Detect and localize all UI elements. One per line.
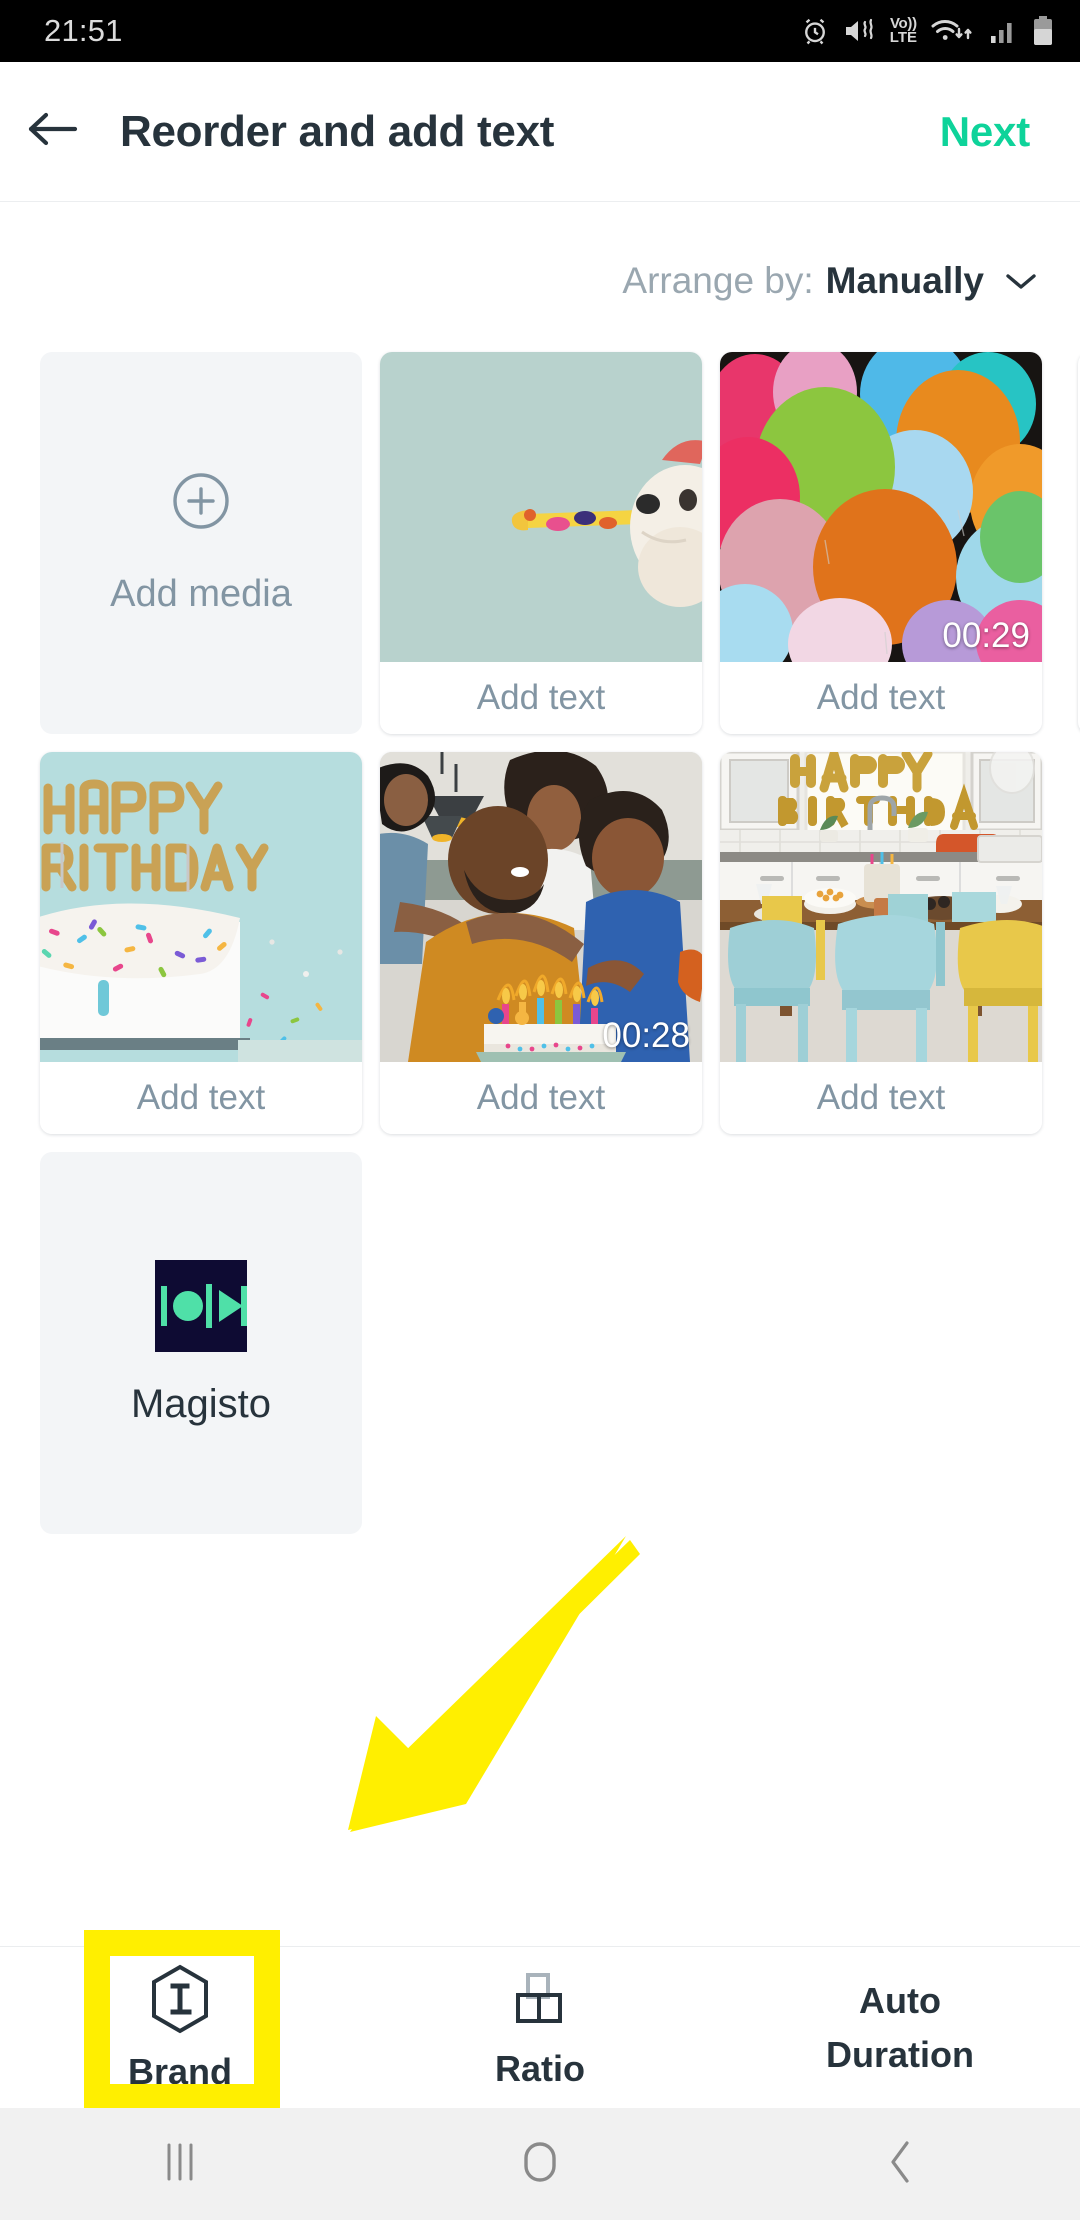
arrange-by-value: Manually [825, 260, 984, 301]
back-button-nav[interactable] [720, 2138, 1080, 2191]
signal-icon [989, 16, 1019, 46]
ratio-button[interactable]: Ratio [360, 1947, 720, 2108]
home-icon [518, 2138, 562, 2191]
brand-label: Brand [127, 2050, 232, 2092]
media-thumbnail[interactable] [40, 752, 362, 1062]
volte-icon: Vo)) LTE [889, 15, 917, 46]
android-nav-bar [0, 2108, 1080, 2220]
ratio-label: Ratio [495, 2047, 585, 2089]
media-thumbnail[interactable] [380, 352, 702, 662]
media-thumbnail[interactable]: 00:28 [380, 752, 702, 1062]
bottom-toolbar: Brand Ratio Auto Duration [0, 1946, 1080, 2108]
duration-badge: 00:28 [602, 1016, 690, 1055]
media-grid: Add media Add text 00:29 Add text Add te… [40, 352, 1080, 1534]
recents-icon [159, 2139, 201, 2190]
arrow-left-icon [25, 108, 79, 155]
plus-circle-icon [170, 470, 232, 537]
add-media-tile[interactable]: Add media [40, 352, 362, 734]
wifi-icon [930, 15, 976, 47]
duration-badge: 00:29 [942, 616, 1030, 655]
auto-duration-label: Duration [826, 2034, 974, 2076]
add-media-label: Add media [110, 573, 292, 615]
auto-duration-top-label: Auto [859, 1980, 941, 2022]
back-button[interactable] [0, 108, 104, 155]
mute-vibrate-icon [843, 17, 877, 45]
media-thumbnail[interactable]: 00:29 [720, 352, 1042, 662]
next-button[interactable]: Next [940, 108, 1080, 156]
battery-icon [1032, 15, 1054, 47]
back-chevron-icon [883, 2138, 917, 2191]
arrange-by-control[interactable]: Arrange by: Manually [0, 250, 1080, 312]
media-tile[interactable]: 00:28 Add text [380, 752, 702, 1134]
status-bar-icons: Vo)) LTE [800, 15, 1054, 47]
add-text-label[interactable]: Add text [720, 662, 1042, 734]
magisto-app-tile[interactable]: Magisto [40, 1152, 362, 1534]
page-title: Reorder and add text [120, 106, 555, 156]
media-tile[interactable]: Add text [40, 752, 362, 1134]
auto-duration-button[interactable]: Auto Duration [720, 1947, 1080, 2108]
brand-hexagon-l-icon [149, 1964, 211, 2039]
add-text-label[interactable]: Add text [380, 662, 702, 734]
alarm-icon [800, 16, 830, 46]
media-tile[interactable]: Add text [720, 752, 1042, 1134]
media-thumbnail[interactable] [720, 752, 1042, 1062]
ratio-icon [508, 1967, 572, 2036]
add-text-label[interactable]: Add text [40, 1062, 362, 1134]
brand-button[interactable]: Brand [0, 1947, 360, 2108]
media-tile[interactable]: 00:29 Add text [720, 352, 1042, 734]
media-tile[interactable]: Add text [380, 352, 702, 734]
home-button[interactable] [360, 2138, 720, 2191]
status-bar: 21:51 Vo)) LTE [0, 0, 1080, 62]
annotation-arrow [280, 1530, 640, 1860]
status-bar-clock: 21:51 [44, 13, 123, 48]
recents-button[interactable] [0, 2139, 360, 2190]
magisto-logo [155, 1259, 247, 1352]
chevron-down-icon[interactable] [1004, 270, 1038, 292]
arrange-by-label: Arrange by: [622, 260, 814, 301]
magisto-app-label: Magisto [130, 1381, 272, 1426]
add-text-label[interactable]: Add text [380, 1062, 702, 1134]
app-bar: Reorder and add text Next [0, 62, 1080, 202]
add-text-label[interactable]: Add text [720, 1062, 1042, 1134]
